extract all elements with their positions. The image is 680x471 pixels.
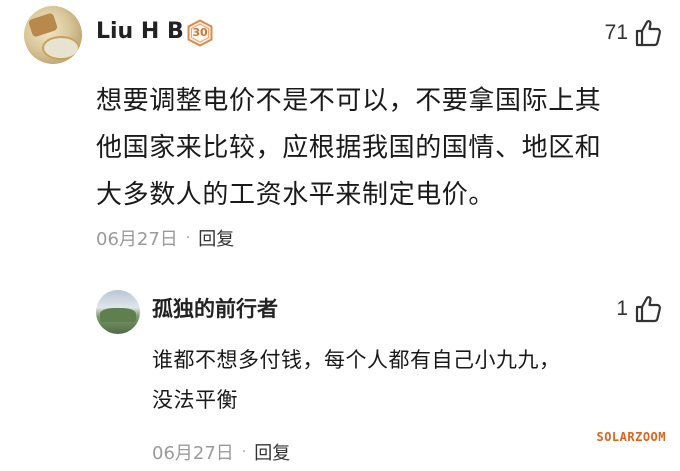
comment-text: 谁都不想多付钱，每个人都有自己小九九， 没法平衡 bbox=[152, 348, 561, 412]
username[interactable]: 孤独的前行者 bbox=[152, 295, 278, 323]
meta-separator: · bbox=[241, 444, 247, 460]
avatar[interactable] bbox=[24, 6, 82, 64]
avatar-image-detail bbox=[42, 36, 80, 60]
comment-text: 想要调整电价不是不可以，不要拿国际上其 他国家来比较，应根据我国的国情、地区和 … bbox=[96, 86, 602, 210]
username[interactable]: Liu H B bbox=[96, 18, 184, 46]
avatar-image-detail bbox=[27, 12, 59, 38]
reply-button[interactable]: 回复 bbox=[198, 225, 234, 251]
meta-separator: · bbox=[185, 230, 191, 246]
comment-date: 06月27日 bbox=[152, 443, 234, 464]
thumbs-up-icon bbox=[635, 296, 662, 323]
main-comment: Liu H B 30 71 想要调整电价不是不可以，不要拿国际上其 他国家来比较… bbox=[0, 0, 680, 260]
level-number: 30 bbox=[192, 26, 208, 39]
avatar-image-detail bbox=[100, 308, 136, 322]
comment-meta: 06月27日 · 回复 bbox=[96, 224, 234, 252]
like-button[interactable]: 1 bbox=[616, 292, 662, 326]
like-count: 1 bbox=[616, 297, 628, 320]
avatar[interactable] bbox=[96, 290, 140, 334]
comment-meta: 06月27日 · 回复 bbox=[152, 438, 290, 466]
like-button[interactable]: 71 bbox=[605, 16, 662, 50]
level-badge-icon: 30 bbox=[186, 19, 214, 47]
comment-date: 06月27日 bbox=[96, 229, 178, 250]
thumbs-up-icon bbox=[635, 20, 662, 47]
watermark: SOLARZOOM bbox=[596, 430, 666, 444]
like-count: 71 bbox=[604, 21, 628, 44]
reply-button[interactable]: 回复 bbox=[254, 439, 290, 465]
